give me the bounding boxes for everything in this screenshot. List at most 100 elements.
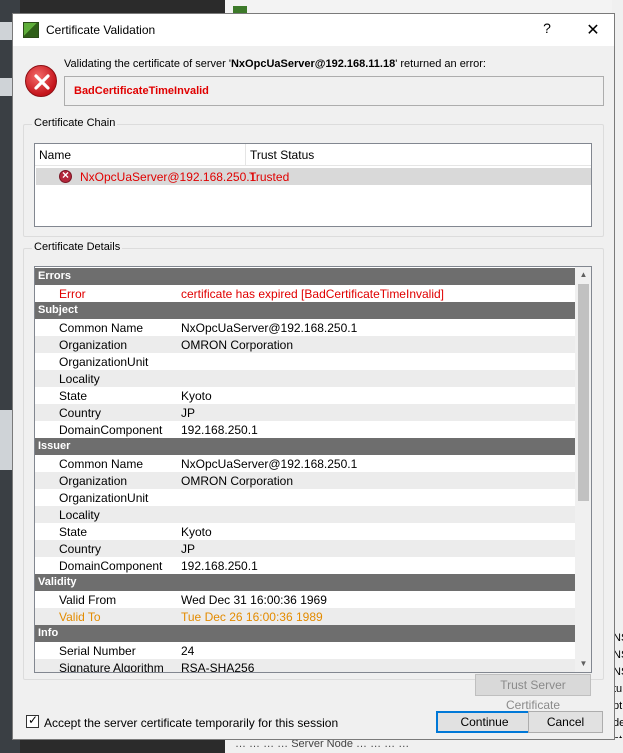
detail-value: Kyoto (181, 525, 212, 539)
column-header-trust-status[interactable]: Trust Status (250, 148, 314, 162)
message-suffix: ' returned an error: (395, 58, 486, 70)
detail-row[interactable]: Common Name NxOpcUaServer@192.168.250.1 (35, 455, 575, 472)
detail-key: Locality (59, 508, 100, 522)
detail-key: Common Name (59, 321, 144, 335)
certificate-details-group: Certificate Details ▲ ▼ Errors Error certi… (23, 241, 604, 680)
dialog-titlebar[interactable]: Certificate Validation ? ✕ (13, 14, 614, 46)
detail-key: Locality (59, 372, 100, 386)
section-header[interactable]: Errors (35, 268, 575, 285)
detail-value: Tue Dec 26 16:00:36 1989 (181, 610, 323, 624)
close-button[interactable]: ✕ (579, 20, 607, 42)
continue-button[interactable]: Continue (436, 711, 533, 733)
detail-value: OMRON Corporation (181, 338, 294, 352)
section-header[interactable]: Info (35, 625, 575, 642)
accept-temporarily-checkbox[interactable] (26, 713, 39, 728)
detail-key: Country (59, 406, 102, 420)
detail-value: JP (181, 542, 196, 556)
detail-row[interactable]: Country JP (35, 404, 575, 421)
detail-value: Kyoto (181, 389, 212, 403)
error-code-box: BadCertificateTimeInvalid (64, 76, 604, 106)
detail-row[interactable]: Serial Number 24 (35, 642, 575, 659)
cancel-button[interactable]: Cancel (528, 711, 603, 733)
detail-value: OMRON Corporation (181, 474, 294, 488)
chain-row[interactable]: NxOpcUaServer@192.168.250.1 Trusted (36, 168, 591, 185)
detail-row[interactable]: Valid From Wed Dec 31 16:00:36 1969 (35, 591, 575, 608)
error-code: BadCertificateTimeInvalid (74, 85, 209, 97)
detail-key: Valid To (59, 610, 101, 624)
column-separator[interactable] (245, 144, 246, 166)
section-header[interactable]: Subject (35, 302, 575, 319)
dialog-title: Certificate Validation (46, 23, 156, 37)
section-title: Info (38, 627, 59, 639)
detail-key: OrganizationUnit (59, 355, 149, 369)
detail-row[interactable]: Locality (35, 370, 575, 387)
chain-list-header: Name Trust Status (35, 144, 591, 166)
certificate-chain-title: Certificate Chain (32, 117, 118, 129)
detail-value: 192.168.250.1 (181, 423, 258, 437)
detail-row[interactable]: OrganizationUnit (35, 489, 575, 506)
chain-row-status: Trusted (249, 170, 290, 184)
background-app-status: … … … … Server Node … … … … (225, 738, 623, 753)
detail-key: DomainComponent (59, 559, 163, 573)
detail-value: 24 (181, 644, 195, 658)
section-title: Errors (38, 270, 72, 282)
scroll-up-arrow-icon[interactable]: ▲ (575, 267, 591, 283)
trust-server-certificate-button[interactable]: Trust Server Certificate (475, 674, 591, 712)
message-server: NxOpcUaServer@192.168.11.18 (230, 58, 396, 70)
detail-row[interactable]: Common Name NxOpcUaServer@192.168.250.1 (35, 319, 575, 336)
message-prefix: Validating the certificate of server ' (64, 58, 231, 70)
detail-row[interactable]: Locality (35, 506, 575, 523)
certificate-details-list[interactable]: ▲ ▼ Errors Error certificate has expired [… (34, 266, 592, 673)
detail-key: DomainComponent (59, 423, 163, 437)
detail-value: 192.168.250.1 (181, 559, 258, 573)
detail-value: RSA-SHA256 (181, 661, 255, 673)
detail-value: Wed Dec 31 16:00:36 1969 (181, 593, 327, 607)
certificate-validation-dialog: Certificate Validation ? ✕ Validating th… (12, 13, 615, 740)
section-title: Validity (38, 576, 77, 588)
app-icon (23, 22, 39, 38)
detail-row[interactable]: Organization OMRON Corporation (35, 472, 575, 489)
detail-value: JP (181, 406, 196, 420)
section-title: Issuer (38, 440, 71, 452)
validation-message: Validating the certificate of server 'Nx… (64, 58, 486, 70)
detail-row[interactable]: State Kyoto (35, 387, 575, 404)
detail-row[interactable]: State Kyoto (35, 523, 575, 540)
detail-key: Valid From (59, 593, 117, 607)
certificate-chain-list[interactable]: Name Trust Status NxOpcUaServer@192.168.… (34, 143, 592, 227)
section-header[interactable]: Issuer (35, 438, 575, 455)
detail-key: Organization (59, 474, 128, 488)
detail-key: Signature Algorithm (59, 661, 164, 673)
certificate-details-title: Certificate Details (32, 241, 123, 253)
detail-row[interactable]: DomainComponent 192.168.250.1 (35, 421, 575, 438)
detail-row[interactable]: Organization OMRON Corporation (35, 336, 575, 353)
details-scrollbar[interactable]: ▲ ▼ (575, 267, 591, 672)
help-button[interactable]: ? (533, 20, 561, 42)
scroll-down-arrow-icon[interactable]: ▼ (575, 656, 591, 672)
detail-row[interactable]: Valid To Tue Dec 26 16:00:36 1989 (35, 608, 575, 625)
detail-row[interactable]: DomainComponent 192.168.250.1 (35, 557, 575, 574)
detail-value: certificate has expired [BadCertificateT… (181, 287, 445, 301)
detail-key: Error (59, 287, 86, 301)
detail-row[interactable]: OrganizationUnit (35, 353, 575, 370)
detail-row[interactable]: Error certificate has expired [BadCertifi… (35, 285, 575, 302)
detail-row[interactable]: Country JP (35, 540, 575, 557)
section-header[interactable]: Validity (35, 574, 575, 591)
chain-row-name: NxOpcUaServer@192.168.250.1 (80, 170, 257, 184)
detail-key: Organization (59, 338, 128, 352)
accept-temporarily-label[interactable]: Accept the server certificate temporaril… (44, 716, 338, 730)
detail-key: Country (59, 542, 102, 556)
detail-key: Serial Number (59, 644, 136, 658)
scroll-thumb[interactable] (578, 284, 589, 501)
section-title: Subject (38, 304, 78, 316)
detail-row[interactable]: Signature Algorithm RSA-SHA256 (35, 659, 575, 673)
detail-key: OrganizationUnit (59, 491, 149, 505)
column-header-name[interactable]: Name (39, 148, 71, 162)
detail-key: Common Name (59, 457, 144, 471)
untrusted-cert-icon (59, 168, 72, 183)
detail-key: State (59, 525, 88, 539)
certificate-chain-group: Certificate Chain Name Trust Status NxOp… (23, 117, 604, 237)
detail-value: NxOpcUaServer@192.168.250.1 (181, 457, 358, 471)
detail-value: NxOpcUaServer@192.168.250.1 (181, 321, 358, 335)
error-icon (25, 65, 57, 97)
detail-key: State (59, 389, 88, 403)
